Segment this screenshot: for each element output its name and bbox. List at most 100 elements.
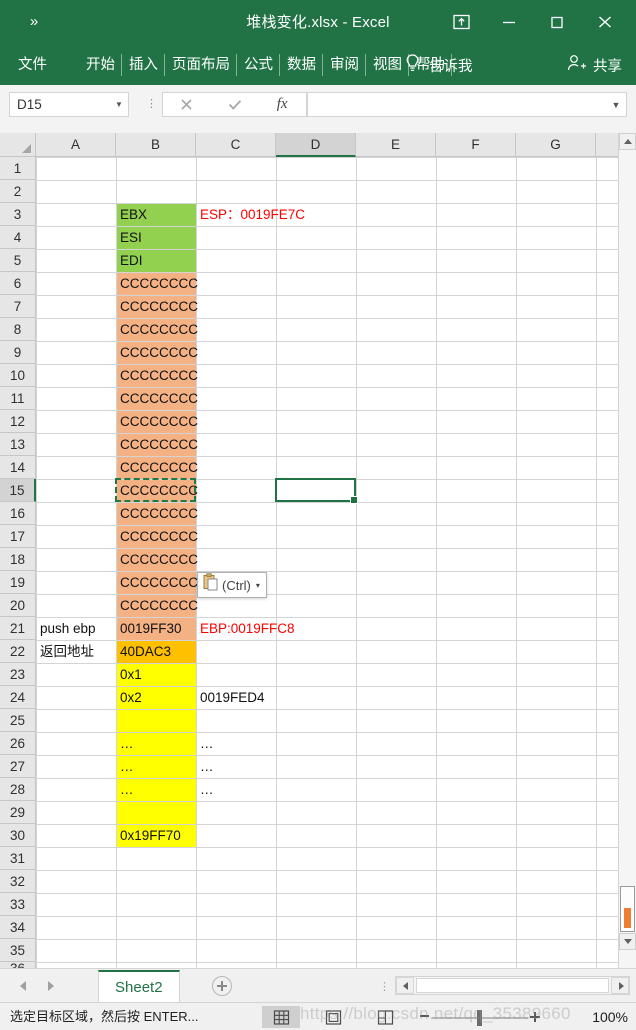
- cell-B21[interactable]: 0019FF30: [117, 618, 182, 640]
- cell-B30[interactable]: 0x19FF70: [117, 825, 181, 847]
- normal-view-icon[interactable]: [262, 1006, 300, 1028]
- row-header-23[interactable]: 23: [0, 663, 36, 686]
- row-header-34[interactable]: 34: [0, 916, 36, 939]
- row-header-24[interactable]: 24: [0, 686, 36, 709]
- cell-C27[interactable]: …: [197, 756, 214, 778]
- cell-B23[interactable]: 0x1: [117, 664, 142, 686]
- row-header-5[interactable]: 5: [0, 249, 36, 272]
- nav-prev-icon[interactable]: [14, 977, 32, 995]
- row-header-9[interactable]: 9: [0, 341, 36, 364]
- row-header-4[interactable]: 4: [0, 226, 36, 249]
- row-header-28[interactable]: 28: [0, 778, 36, 801]
- cell-B22[interactable]: 40DAC3: [117, 641, 171, 663]
- cell-B19[interactable]: CCCCCCCC: [117, 572, 198, 594]
- sheet-bar-grip[interactable]: ⋮: [379, 980, 390, 993]
- select-all-button[interactable]: [0, 133, 36, 157]
- scroll-up-button[interactable]: [619, 133, 636, 150]
- row-header-12[interactable]: 12: [0, 410, 36, 433]
- tab-data[interactable]: 数据: [280, 45, 323, 85]
- horizontal-scrollbar[interactable]: [395, 976, 630, 995]
- minimize-icon[interactable]: [494, 9, 524, 36]
- cell-C3[interactable]: ESP：0019FE7C: [197, 204, 305, 226]
- column-header-c[interactable]: C: [196, 133, 276, 157]
- nav-next-icon[interactable]: [42, 977, 60, 995]
- page-break-view-icon[interactable]: [366, 1006, 404, 1028]
- maximize-icon[interactable]: [542, 9, 572, 36]
- column-header-f[interactable]: F: [436, 133, 516, 157]
- zoom-slider[interactable]: [420, 1010, 540, 1026]
- confirm-icon[interactable]: [211, 93, 259, 116]
- expand-formula-bar-icon[interactable]: ▼: [606, 100, 626, 110]
- row-header-29[interactable]: 29: [0, 801, 36, 824]
- sheet-tab-sheet2[interactable]: Sheet2: [98, 970, 180, 1003]
- tab-view[interactable]: 视图: [366, 45, 409, 85]
- horizontal-scroll-track[interactable]: [416, 978, 609, 993]
- tab-review[interactable]: 审阅: [323, 45, 366, 85]
- row-header-20[interactable]: 20: [0, 594, 36, 617]
- chevron-down-icon[interactable]: ▾: [256, 581, 260, 590]
- row-header-16[interactable]: 16: [0, 502, 36, 525]
- row-header-35[interactable]: 35: [0, 939, 36, 962]
- vertical-scrollbar[interactable]: [618, 133, 636, 968]
- row-header-13[interactable]: 13: [0, 433, 36, 456]
- cell-B6[interactable]: CCCCCCCC: [117, 273, 198, 295]
- row-header-18[interactable]: 18: [0, 548, 36, 571]
- column-header-e[interactable]: E: [356, 133, 436, 157]
- ribbon-display-options-icon[interactable]: [446, 9, 476, 36]
- tab-insert[interactable]: 插入: [122, 45, 165, 85]
- zoom-out-icon[interactable]: [420, 1015, 429, 1017]
- cell-B13[interactable]: CCCCCCCC: [117, 434, 198, 456]
- share-button[interactable]: 共享: [566, 45, 622, 85]
- cell-C21[interactable]: EBP:0019FFC8: [197, 618, 295, 640]
- tab-page-layout[interactable]: 页面布局: [165, 45, 237, 85]
- tab-home[interactable]: 开始: [79, 45, 122, 85]
- cell-B18[interactable]: CCCCCCCC: [117, 549, 198, 571]
- row-header-31[interactable]: 31: [0, 847, 36, 870]
- scroll-down-button[interactable]: [619, 933, 636, 950]
- vertical-scroll-thumb[interactable]: [620, 886, 635, 932]
- tell-me-box[interactable]: 告诉我: [404, 45, 473, 85]
- row-header-17[interactable]: 17: [0, 525, 36, 548]
- row-header-11[interactable]: 11: [0, 387, 36, 410]
- cell-B20[interactable]: CCCCCCCC: [117, 595, 198, 617]
- cell-B8[interactable]: CCCCCCCC: [117, 319, 198, 341]
- row-header-32[interactable]: 32: [0, 870, 36, 893]
- insert-function-icon[interactable]: fx: [258, 93, 306, 116]
- cell-C28[interactable]: …: [197, 779, 214, 801]
- row-header-25[interactable]: 25: [0, 709, 36, 732]
- row-header-21[interactable]: 21: [0, 617, 36, 640]
- row-header-3[interactable]: 3: [0, 203, 36, 226]
- cell-B4[interactable]: ESI: [117, 227, 142, 249]
- row-header-14[interactable]: 14: [0, 456, 36, 479]
- scroll-right-button[interactable]: [611, 977, 629, 994]
- paste-options-button[interactable]: (Ctrl) ▾: [197, 572, 267, 598]
- column-header-b[interactable]: B: [116, 133, 196, 157]
- add-sheet-button[interactable]: [212, 976, 232, 996]
- cell-B24[interactable]: 0x2: [117, 687, 142, 709]
- row-header-33[interactable]: 33: [0, 893, 36, 916]
- cell-B3[interactable]: EBX: [117, 204, 147, 226]
- row-header-30[interactable]: 30: [0, 824, 36, 847]
- cell-B16[interactable]: CCCCCCCC: [117, 503, 198, 525]
- cell-B28[interactable]: …: [117, 779, 134, 801]
- name-box[interactable]: D15 ▼: [9, 92, 129, 117]
- column-header-d[interactable]: D: [276, 133, 356, 157]
- column-header-g[interactable]: G: [516, 133, 596, 157]
- zoom-level[interactable]: 100%: [592, 1003, 628, 1030]
- row-header-6[interactable]: 6: [0, 272, 36, 295]
- tab-formulas[interactable]: 公式: [237, 45, 280, 85]
- cell-B5[interactable]: EDI: [117, 250, 143, 272]
- page-layout-view-icon[interactable]: [314, 1006, 352, 1028]
- column-header-a[interactable]: A: [36, 133, 116, 157]
- cell-C24[interactable]: 0019FED4: [197, 687, 265, 709]
- row-header-2[interactable]: 2: [0, 180, 36, 203]
- row-header-19[interactable]: 19: [0, 571, 36, 594]
- cell-A22[interactable]: 返回地址: [37, 641, 94, 663]
- close-icon[interactable]: [590, 9, 620, 36]
- cell-C26[interactable]: …: [197, 733, 214, 755]
- scroll-left-button[interactable]: [396, 977, 414, 994]
- row-header-15[interactable]: 15: [0, 479, 36, 502]
- cell-B27[interactable]: …: [117, 756, 134, 778]
- cancel-icon[interactable]: [163, 93, 211, 116]
- row-header-1[interactable]: 1: [0, 157, 36, 180]
